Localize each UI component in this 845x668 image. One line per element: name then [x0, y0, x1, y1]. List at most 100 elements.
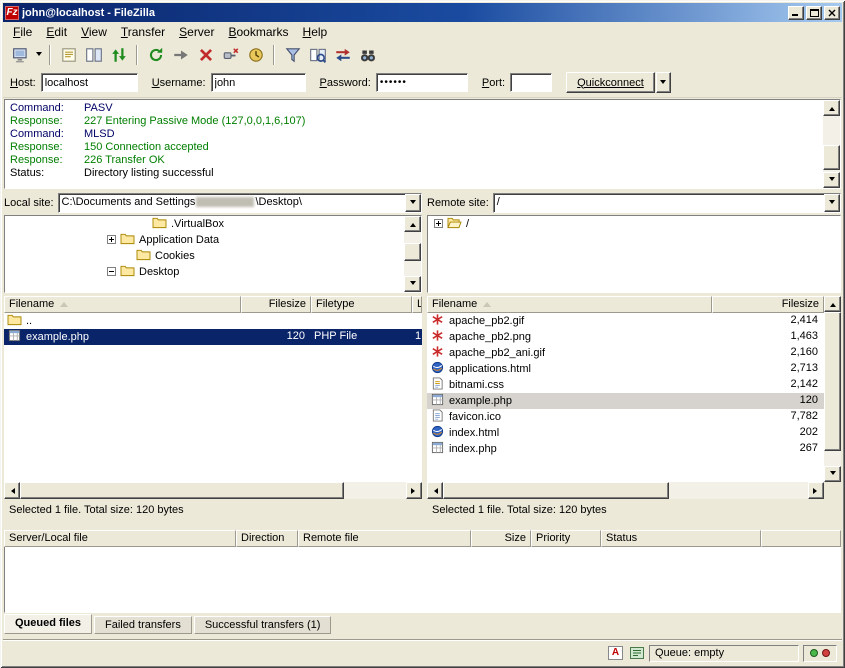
column-header-status[interactable]: Status [601, 530, 761, 547]
toggle-trees-icon[interactable] [82, 43, 105, 66]
filter-icon[interactable] [281, 43, 304, 66]
local-site-combobox[interactable]: C:\Documents and Settings\Desktop\ [58, 193, 422, 213]
log-scrollbar[interactable] [823, 100, 840, 188]
scroll-up-button[interactable] [404, 216, 421, 232]
refresh-icon[interactable] [144, 43, 167, 66]
minimize-button[interactable] [788, 6, 804, 20]
scroll-track[interactable] [20, 482, 406, 499]
column-header-size[interactable]: Size [471, 530, 531, 547]
column-header-direction[interactable]: Direction [236, 530, 298, 547]
scroll-thumb[interactable] [824, 312, 841, 451]
scroll-left-button[interactable] [4, 482, 20, 499]
column-header-last-modified[interactable]: Last modified [412, 296, 422, 313]
scroll-left-button[interactable] [427, 482, 443, 499]
host-input[interactable] [41, 73, 138, 92]
remote-list-hscrollbar[interactable] [427, 482, 824, 499]
column-header-priority[interactable]: Priority [531, 530, 601, 547]
local-list-hscrollbar[interactable] [4, 482, 422, 499]
scroll-thumb[interactable] [823, 145, 840, 170]
scroll-thumb[interactable] [404, 243, 421, 261]
find-icon[interactable] [356, 43, 379, 66]
cancel-icon[interactable] [194, 43, 217, 66]
remote-site-combobox[interactable]: / [493, 193, 841, 213]
scroll-right-button[interactable] [406, 482, 422, 499]
close-button[interactable] [824, 6, 840, 20]
expand-plus-icon[interactable] [107, 235, 116, 244]
tree-item-desktop[interactable]: Desktop [5, 264, 421, 280]
disconnect-icon[interactable] [219, 43, 242, 66]
local-path-value[interactable]: C:\Documents and Settings\Desktop\ [59, 194, 405, 212]
menu-item-edit[interactable]: Edit [39, 23, 74, 41]
file-row-apache-pb2-ani-gif[interactable]: apache_pb2_ani.gif2,160 [427, 345, 824, 361]
menu-item-transfer[interactable]: Transfer [114, 23, 172, 41]
username-label: Username: [152, 77, 206, 89]
username-input[interactable] [211, 73, 306, 92]
column-header-filesize[interactable]: Filesize [712, 296, 824, 313]
file-row-example-php[interactable]: example.php120 [427, 393, 824, 409]
column-header-server-local-file[interactable]: Server/Local file [4, 530, 236, 547]
maximize-button[interactable] [806, 6, 822, 20]
combo-dropdown-icon[interactable] [405, 194, 421, 212]
file-row-[interactable]: .. [4, 313, 422, 329]
scroll-right-button[interactable] [808, 482, 824, 499]
menu-item-view[interactable]: View [74, 23, 114, 41]
file-row-favicon-ico[interactable]: favicon.ico7,782 [427, 409, 824, 425]
menu-item-bookmarks[interactable]: Bookmarks [221, 23, 295, 41]
file-row-index-php[interactable]: index.php267 [427, 441, 824, 457]
tab-failed-transfers[interactable]: Failed transfers [94, 616, 192, 634]
scroll-down-button[interactable] [404, 276, 421, 292]
column-header-filetype[interactable]: Filetype [311, 296, 412, 313]
quickconnect-dropdown-icon[interactable] [656, 72, 671, 93]
expand-plus-icon[interactable] [434, 219, 443, 228]
reconnect-icon[interactable] [244, 43, 267, 66]
column-header-filesize[interactable]: Filesize [241, 296, 311, 313]
column-header-remote-file[interactable]: Remote file [298, 530, 471, 547]
scroll-track[interactable] [404, 232, 421, 276]
quickconnect-button[interactable]: Quickconnect [566, 72, 655, 93]
file-row-applications-html[interactable]: applications.html2,713 [427, 361, 824, 377]
ascii-type-icon[interactable]: A [607, 645, 624, 661]
site-manager-icon[interactable] [9, 43, 32, 66]
remote-path-value[interactable]: / [494, 194, 824, 212]
toggle-queue-icon[interactable] [107, 43, 130, 66]
menu-item-server[interactable]: Server [172, 23, 221, 41]
file-row-apache-pb2-png[interactable]: apache_pb2.png1,463 [427, 329, 824, 345]
scroll-track[interactable] [443, 482, 808, 499]
scroll-thumb[interactable] [443, 482, 669, 499]
file-row-bitnami-css[interactable]: bitnami.css2,142 [427, 377, 824, 393]
column-header-filename[interactable]: Filename [427, 296, 712, 313]
file-row-apache-pb2-gif[interactable]: apache_pb2.gif2,414 [427, 313, 824, 329]
column-header-filename[interactable]: Filename [4, 296, 241, 313]
sync-browse-icon[interactable] [331, 43, 354, 66]
file-row-index-html[interactable]: index.html202 [427, 425, 824, 441]
tree-item-[interactable]: / [428, 216, 840, 232]
tab-successful-transfers-1[interactable]: Successful transfers (1) [194, 616, 332, 634]
collapse-minus-icon[interactable] [107, 267, 116, 276]
scroll-up-button[interactable] [823, 100, 840, 116]
remote-list-scrollbar[interactable] [824, 296, 841, 482]
menu-item-help[interactable]: Help [296, 23, 335, 41]
app-icon[interactable]: Fz [5, 6, 19, 20]
local-tree-scrollbar[interactable] [404, 216, 421, 292]
password-input[interactable] [376, 73, 468, 92]
file-row-example-php[interactable]: example.php120PHP File1 [4, 329, 422, 345]
keypad-icon[interactable] [628, 645, 645, 661]
tree-item-application-data[interactable]: Application Data [5, 232, 421, 248]
process-queue-icon[interactable] [169, 43, 192, 66]
scroll-down-button[interactable] [823, 172, 840, 188]
port-input[interactable] [510, 73, 552, 92]
folder-icon [120, 234, 135, 246]
toggle-log-icon[interactable] [57, 43, 80, 66]
tab-queued-files[interactable]: Queued files [4, 614, 92, 634]
scroll-track[interactable] [823, 116, 840, 172]
scroll-thumb[interactable] [20, 482, 344, 499]
scroll-track[interactable] [824, 312, 841, 466]
menu-item-file[interactable]: File [6, 23, 39, 41]
site-manager-dropdown-icon[interactable] [33, 43, 44, 66]
scroll-down-button[interactable] [824, 466, 841, 482]
compare-icon[interactable] [306, 43, 329, 66]
tree-item-virtualbox[interactable]: .VirtualBox [5, 216, 421, 232]
scroll-up-button[interactable] [824, 296, 841, 312]
tree-item-cookies[interactable]: Cookies [5, 248, 421, 264]
combo-dropdown-icon[interactable] [824, 194, 840, 212]
